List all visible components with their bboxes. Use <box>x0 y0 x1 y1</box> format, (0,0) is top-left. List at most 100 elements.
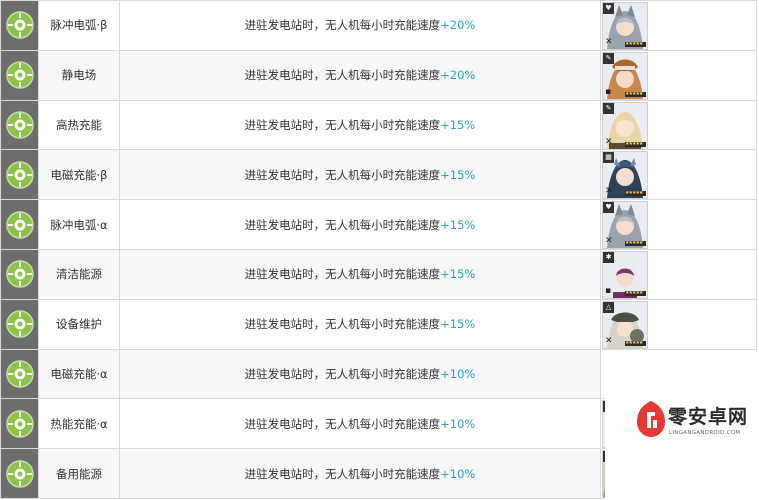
class-icon: ♥ <box>603 3 614 14</box>
facility-icon-cell <box>0 199 39 250</box>
speed-bonus: +10% <box>440 416 476 431</box>
skill-description: 进驻发电站时，无人机每小时充能速度+15% <box>119 248 601 300</box>
operator-cell: ▦ ✕ ★★★★★ <box>600 149 757 201</box>
facility-icon-cell <box>0 0 39 51</box>
operator-portrait[interactable]: ♥ ✕ ★★★★★ <box>602 201 648 250</box>
skill-name: 高热充能 <box>38 99 120 151</box>
operator-portrait[interactable]: ▦ ✕ ★★★★★ <box>602 151 648 200</box>
speed-bonus: +20% <box>440 18 476 33</box>
power-plant-icon <box>5 111 34 139</box>
skill-description: 进驻发电站时，无人机每小时充能速度+10% <box>119 448 601 499</box>
speed-bonus: +15% <box>440 217 476 232</box>
skill-row: 静电场 进驻发电站时，无人机每小时充能速度+20% ✎ ▪ ★★★★★ <box>0 49 757 101</box>
class-icon: ✎ <box>603 102 614 114</box>
description-text: 进驻发电站时，无人机每小时充能速度 <box>244 317 441 332</box>
operator-cell: ♥ ✕ ★★★★★ <box>600 0 757 51</box>
speed-bonus: +10% <box>440 366 476 381</box>
power-plant-icon <box>5 161 34 189</box>
operator-cell: ✎ ✕ ★★★★★ <box>600 99 757 151</box>
skill-row: 清洁能源 进驻发电站时，无人机每小时充能速度+15% ✱ ▪ ★★★★★ <box>0 248 757 300</box>
rarity-stars: ★★★★★ <box>625 42 646 47</box>
rarity-stars: ★★★★★ <box>625 241 646 247</box>
operator-portrait[interactable]: ✎ ▪ ★★★★★ <box>602 51 648 100</box>
facility-icon-cell <box>0 348 39 400</box>
description-text: 进驻发电站时，无人机每小时充能速度 <box>244 68 441 83</box>
skill-name: 设备维护 <box>38 298 120 350</box>
power-plant-icon <box>5 410 34 438</box>
skill-name: 清洁能源 <box>38 248 120 300</box>
rarity-stars: ★★★★★ <box>625 340 646 346</box>
class-icon: △ <box>603 301 614 313</box>
facility-icon-cell <box>0 149 39 201</box>
power-plant-icon <box>5 310 34 338</box>
skill-description: 进驻发电站时，无人机每小时充能速度+20% <box>119 49 601 101</box>
class-icon: ▦ <box>603 152 614 164</box>
skill-description: 进驻发电站时，无人机每小时充能速度+10% <box>119 398 601 450</box>
rarity-stars: ★★★★★ <box>625 91 646 97</box>
skill-description: 进驻发电站时，无人机每小时充能速度+10% <box>119 348 601 400</box>
skill-row: 脉冲电弧·α 进驻发电站时，无人机每小时充能速度+15% ♥ ✕ ★★★★★ <box>0 199 757 250</box>
power-plant-icon <box>5 459 34 488</box>
watermark-name: 零安卓网 <box>668 406 749 428</box>
speed-bonus: +15% <box>440 317 476 332</box>
skill-description: 进驻发电站时，无人机每小时充能速度+15% <box>119 199 601 250</box>
operator-cell: ♥ ✕ ★★★★★ <box>600 199 757 250</box>
skill-name: 电磁充能·α <box>38 348 120 400</box>
operator-cell: ✎ ▪ ★★★★★ <box>600 49 757 101</box>
skill-description: 进驻发电站时，无人机每小时充能速度+15% <box>119 99 601 151</box>
skill-name: 脉冲电弧·β <box>38 0 120 51</box>
speed-bonus: +15% <box>440 267 476 282</box>
description-text: 进驻发电站时，无人机每小时充能速度 <box>244 167 441 182</box>
operator-portrait[interactable]: ✱ ▪ ★★★★★ <box>602 250 648 299</box>
operator-portrait[interactable]: ✎ ✕ ★★★★★ <box>602 101 648 150</box>
class-icon: ♥ <box>603 202 614 214</box>
description-text: 进驻发电站时，无人机每小时充能速度 <box>244 466 441 481</box>
skill-row: 设备维护 进驻发电站时，无人机每小时充能速度+15% △ ✕ ★★★★★ <box>0 298 757 350</box>
operator-portrait[interactable]: ♥ ✕ ★★★★★ <box>602 2 648 50</box>
description-text: 进驻发电站时，无人机每小时充能速度 <box>244 366 441 381</box>
elite-mark-icon: ✕ <box>605 236 613 247</box>
power-plant-icon <box>5 210 34 239</box>
description-text: 进驻发电站时，无人机每小时充能速度 <box>244 117 441 132</box>
skill-name: 备用能源 <box>38 448 120 499</box>
power-plant-icon <box>5 260 34 289</box>
skill-name: 脉冲电弧·α <box>38 199 120 250</box>
rarity-stars: ★★★★★ <box>625 141 646 147</box>
elite-mark-icon: ✕ <box>605 186 613 197</box>
skill-description: 进驻发电站时，无人机每小时充能速度+15% <box>119 149 601 201</box>
rarity-stars: ★★★★★ <box>625 290 646 296</box>
description-text: 进驻发电站时，无人机每小时充能速度 <box>244 217 441 232</box>
facility-icon-cell <box>0 398 39 450</box>
skill-row: 高热充能 进驻发电站时，无人机每小时充能速度+15% ✎ ✕ ★★★★★ <box>0 99 757 151</box>
elite-mark-icon: ✕ <box>605 335 613 346</box>
elite-mark-icon: ✕ <box>605 37 613 47</box>
facility-icon-cell <box>0 49 39 101</box>
class-icon: ✱ <box>603 251 614 263</box>
elite-mark-icon: ▪ <box>605 86 612 97</box>
speed-bonus: +20% <box>440 68 476 83</box>
power-plant-icon <box>5 61 34 89</box>
site-logo-icon <box>637 401 665 437</box>
description-text: 进驻发电站时，无人机每小时充能速度 <box>244 18 441 33</box>
skill-name: 热能充能·α <box>38 398 120 450</box>
elite-mark-icon: ▪ <box>605 285 612 296</box>
operator-cell: ✱ ▪ ★★★★★ <box>600 248 757 300</box>
speed-bonus: +15% <box>440 167 476 182</box>
rarity-stars: ★★★★★ <box>625 191 646 197</box>
facility-icon-cell <box>0 448 39 499</box>
facility-icon-cell <box>0 99 39 151</box>
watermark-url: LINGANGANDROID.COM <box>669 430 741 436</box>
skill-row: 电磁充能·β 进驻发电站时，无人机每小时充能速度+15% ▦ ✕ ★★★★★ <box>0 149 757 201</box>
elite-mark-icon: ✕ <box>605 136 613 147</box>
power-plant-icon <box>5 360 34 388</box>
operator-portrait[interactable]: △ ✕ ★★★★★ <box>602 300 648 349</box>
power-plant-icon <box>5 11 34 40</box>
skill-description: 进驻发电站时，无人机每小时充能速度+20% <box>119 0 601 51</box>
skill-description: 进驻发电站时，无人机每小时充能速度+15% <box>119 298 601 350</box>
skill-name: 静电场 <box>38 49 120 101</box>
speed-bonus: +10% <box>440 466 476 481</box>
operator-cell: △ ✕ ★★★★★ <box>600 298 757 350</box>
speed-bonus: +15% <box>440 117 476 132</box>
facility-icon-cell <box>0 248 39 300</box>
skill-name: 电磁充能·β <box>38 149 120 201</box>
